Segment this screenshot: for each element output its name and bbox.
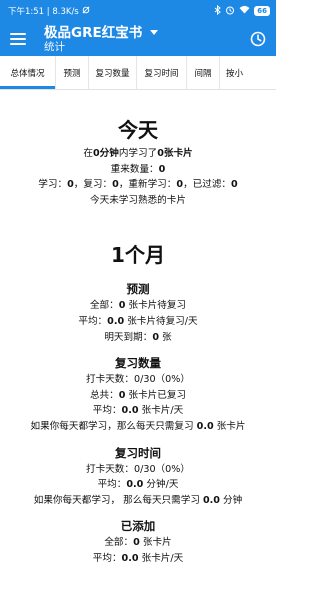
- stats-content[interactable]: 今天 在0分钟内学习了0张卡片 重来数量：0 学习：0，复习：0，重新学习：0，…: [0, 90, 276, 567]
- tab-hourly[interactable]: 按小: [220, 56, 276, 89]
- page-subtitle: 统计: [44, 40, 65, 53]
- forecast-title: 预测: [126, 282, 150, 297]
- today-relearn-line: 重来数量：0: [110, 163, 166, 175]
- dropdown-caret-icon[interactable]: [150, 30, 159, 35]
- tab-overall[interactable]: 总体情况: [0, 56, 56, 89]
- review-time-if-line: 如果你每天都学习， 那么每天只需学习 0.0 分钟: [33, 494, 243, 506]
- review-time-title: 复习时间: [115, 445, 161, 460]
- hamburger-menu-icon[interactable]: [10, 33, 26, 45]
- deck-selector[interactable]: 极品GRE红宝书: [44, 25, 159, 41]
- added-title: 已添加: [120, 519, 156, 534]
- status-bar-left: 下午1:51 | 8.3K/s: [8, 5, 90, 17]
- forecast-avg-line: 平均：0.0 张卡片待复习/天: [78, 315, 198, 327]
- battery-indicator: 66: [254, 6, 270, 16]
- review-time-avg-line: 平均：0.0 分钟/天: [97, 479, 179, 491]
- bluetooth-icon: [214, 4, 222, 18]
- review-time-days-line: 打卡天数：0/30（0%）: [86, 463, 190, 475]
- review-count-title: 复习数量: [115, 356, 161, 371]
- added-avg-line: 平均：0.0 张卡片/天: [92, 552, 184, 564]
- added-total-line: 全部：0 张卡片: [104, 537, 172, 549]
- today-mature-note: 今天未学习熟悉的卡片: [90, 194, 186, 206]
- deck-title[interactable]: 极品GRE红宝书: [44, 25, 142, 41]
- clock-icon[interactable]: [250, 31, 266, 47]
- status-bar: 下午1:51 | 8.3K/s 66: [0, 0, 276, 22]
- tab-intervals[interactable]: 间隔: [187, 56, 220, 89]
- today-breakdown-line: 学习：0，复习：0，重新学习：0，已过滤：0: [38, 179, 238, 191]
- review-count-if-line: 如果你每天都学习，那么每天只需复习 0.0 张卡片: [30, 420, 246, 432]
- app-bar-titles: 极品GRE红宝书 统计: [44, 25, 159, 54]
- wifi-icon: [239, 5, 250, 17]
- app-bar: 极品GRE红宝书 统计: [0, 22, 276, 56]
- status-time-speed: 下午1:51 | 8.3K/s: [8, 7, 79, 17]
- alarm-icon: [225, 5, 235, 18]
- tab-review-count[interactable]: 复习数量: [89, 56, 137, 89]
- stats-tabs: 总体情况 预测 复习数量 复习时间 间隔 按小: [0, 56, 276, 90]
- review-count-days-line: 打卡天数：0/30（0%）: [86, 374, 190, 386]
- sync-off-icon: [82, 5, 90, 17]
- today-heading: 今天: [118, 118, 158, 142]
- today-studied-line: 在0分钟内学习了0张卡片: [83, 148, 193, 159]
- month-heading: 1个月: [111, 243, 165, 268]
- forecast-tomorrow-line: 明天到期：0 张: [104, 331, 172, 343]
- review-count-avg-line: 平均：0.0 张卡片/天: [92, 405, 184, 417]
- forecast-total-line: 全部：0 张卡片待复习: [89, 300, 187, 312]
- status-bar-right: 66: [214, 4, 270, 18]
- tab-forecast[interactable]: 预测: [56, 56, 89, 89]
- review-count-total-line: 总共：0 张卡片已复习: [89, 389, 187, 401]
- tab-review-time[interactable]: 复习时间: [137, 56, 187, 89]
